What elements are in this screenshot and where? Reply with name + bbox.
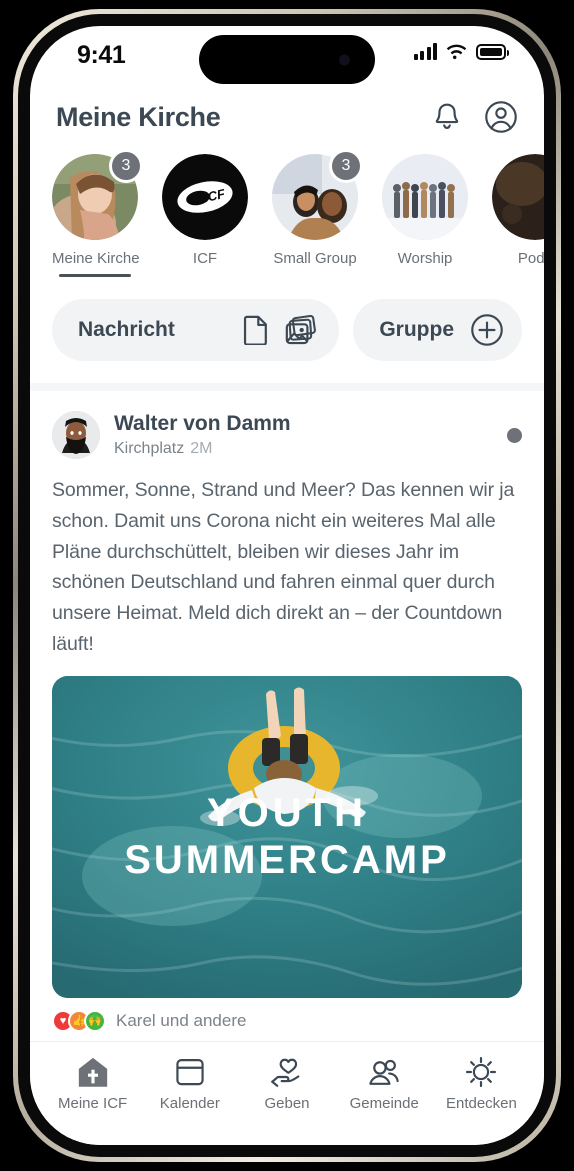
stories-carousel[interactable]: 3 Meine Kirche ICF ICF 3 Small Group Wor… [30, 140, 544, 277]
story-avatar-image: ICF [162, 154, 248, 240]
nav-label: Kalender [159, 1095, 220, 1112]
story-label: Small Group [273, 250, 357, 267]
nav-label: Geben [264, 1095, 310, 1112]
praise-reaction-icon: 🙌 [84, 1009, 106, 1032]
screenshot-root: 9:41 Meine Kirche 3 Meine Kirche ICF ICF… [0, 0, 574, 1171]
message-label: Nachricht [78, 318, 175, 341]
post-subtitle: Kirchplatz 2M [114, 440, 493, 458]
story-avatar-wrap [382, 154, 468, 240]
story-avatar-wrap: ICF [162, 154, 248, 240]
story-avatar-image [382, 154, 468, 240]
nav-item-meine-icf[interactable]: Meine ICF [44, 1056, 141, 1112]
story-item-small-group[interactable]: 3 Small Group [272, 149, 363, 277]
story-label: Meine Kirche [52, 250, 140, 267]
post-text: Sommer, Sonne, Strand und Meer? Das kenn… [52, 479, 515, 655]
calendar-icon [174, 1056, 206, 1088]
wifi-icon [446, 44, 467, 60]
hand-heart-icon [270, 1056, 304, 1088]
post-reactions[interactable]: ♥ 👍 🙌 Karel und andere [30, 998, 544, 1032]
story-active-underline [59, 274, 131, 277]
phone-screen: 9:41 Meine Kirche 3 Meine Kirche ICF ICF… [30, 26, 544, 1145]
story-active-underline [169, 274, 241, 277]
post-place: Kirchplatz [114, 439, 185, 457]
nav-label: Gemeinde [349, 1095, 419, 1112]
dynamic-island [199, 35, 375, 84]
photos-icon[interactable] [285, 315, 317, 345]
church-icon [76, 1056, 110, 1088]
group-label: Gruppe [379, 318, 454, 341]
nav-label: Entdecken [445, 1095, 517, 1112]
story-label: ICF [192, 250, 218, 267]
story-item-icf[interactable]: ICF ICF [162, 154, 248, 277]
post-image-overlay: YOUTH SUMMERCAMP [52, 676, 522, 998]
sun-icon [465, 1056, 497, 1088]
document-icon[interactable] [243, 315, 269, 345]
story-avatar-wrap: 3 [272, 149, 363, 240]
post-meta: Walter von Damm Kirchplatz 2M [114, 412, 493, 457]
reaction-icons: ♥ 👍 🙌 [52, 1009, 106, 1032]
card-title-line2: SUMMERCAMP [124, 837, 450, 882]
post-time: 2M [190, 439, 213, 457]
post-author[interactable]: Walter von Damm [114, 412, 493, 436]
nav-label: Meine ICF [58, 1095, 128, 1112]
status-time: 9:41 [77, 41, 126, 69]
message-compose-button[interactable]: Nachricht [52, 299, 340, 361]
reaction-summary: Karel und andere [116, 1010, 247, 1030]
bottom-navigation: Meine ICF Kalender Geben Gemeinde Entdec… [30, 1041, 544, 1145]
bell-icon[interactable] [430, 100, 464, 134]
story-item-podcast[interactable]: Podc [492, 154, 544, 277]
create-group-button[interactable]: Gruppe [353, 299, 522, 361]
nav-item-gemeinde[interactable]: Gemeinde [336, 1056, 433, 1112]
cellular-bars-icon [413, 43, 437, 60]
status-bar: 9:41 [30, 26, 544, 88]
story-badge: 3 [329, 149, 363, 183]
status-dot-icon[interactable] [507, 427, 522, 443]
nav-item-kalender[interactable]: Kalender [141, 1056, 238, 1112]
plus-circle-icon[interactable] [470, 313, 504, 347]
avatar[interactable] [52, 411, 100, 459]
people-icon [367, 1056, 401, 1088]
story-item-meine-kirche[interactable]: 3 Meine Kirche [52, 149, 143, 277]
page-title: Meine Kirche [56, 101, 221, 132]
story-label: Podc [517, 250, 544, 267]
card-title-line1: YOUTH [207, 790, 367, 835]
story-avatar-image [492, 154, 544, 240]
header-actions [430, 100, 518, 134]
feed-post: Walter von Damm Kirchplatz 2M Sommer, Son… [30, 391, 544, 998]
story-item-worship[interactable]: Worship [382, 154, 468, 277]
compose-row: Nachricht Gruppe [30, 277, 544, 383]
app-header: Meine Kirche [30, 88, 544, 140]
status-indicators [413, 43, 509, 60]
nav-item-geben[interactable]: Geben [238, 1056, 335, 1112]
account-circle-icon[interactable] [484, 100, 518, 134]
story-label: Worship [397, 250, 453, 267]
section-divider [30, 383, 544, 391]
post-image-card[interactable]: YOUTH SUMMERCAMP [52, 675, 522, 998]
nav-item-entdecken[interactable]: Entdecken [433, 1056, 530, 1112]
story-active-underline [499, 274, 544, 277]
story-avatar-wrap [492, 154, 544, 240]
battery-full-icon [476, 43, 509, 60]
story-avatar-wrap: 3 [52, 149, 143, 240]
front-camera-icon [339, 54, 350, 65]
post-header: Walter von Damm Kirchplatz 2M [52, 411, 522, 459]
story-badge: 3 [109, 149, 143, 183]
compose-attachments [243, 315, 317, 345]
story-active-underline [389, 274, 461, 277]
story-active-underline [279, 274, 351, 277]
